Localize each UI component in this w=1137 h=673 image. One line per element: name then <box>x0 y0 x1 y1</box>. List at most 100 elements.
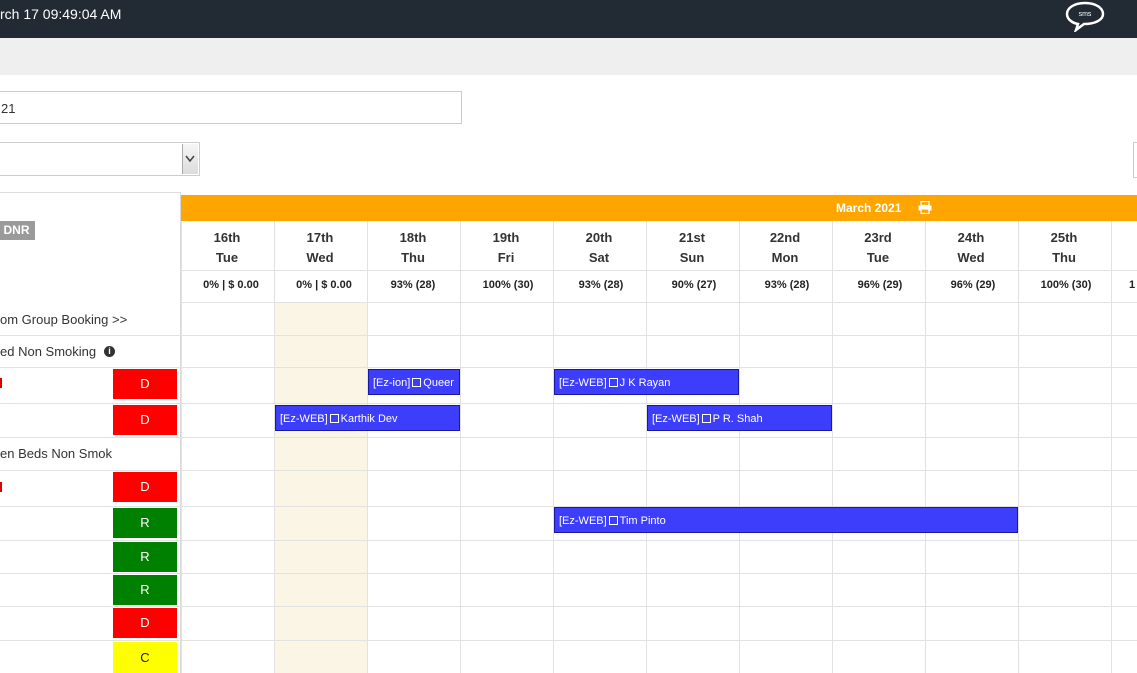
day-header[interactable]: 20th Sat <box>553 228 645 268</box>
booking-source: [Ez-ion] <box>373 377 411 389</box>
room-status-cell[interactable]: D <box>113 608 177 638</box>
room-status-cell[interactable]: R <box>113 508 177 538</box>
day-header[interactable]: 25th Thu <box>1018 228 1110 268</box>
dropdown-arrow[interactable] <box>182 144 198 174</box>
day-weekday: Thu <box>401 250 425 265</box>
occupancy-cell: 100% (30) <box>482 279 534 291</box>
day-weekday: Wed <box>306 250 334 265</box>
sms-chat-icon[interactable]: sms <box>1062 0 1108 32</box>
day-date: 20th <box>585 230 613 245</box>
date-field[interactable]: 21 <box>0 91 462 124</box>
day-date: 21st <box>678 230 706 245</box>
day-header[interactable]: 18th Thu <box>367 228 459 268</box>
room-status-cell[interactable]: R <box>113 542 177 572</box>
grid-row-line <box>0 335 1137 336</box>
room-status-cell[interactable]: D <box>113 405 177 435</box>
info-icon[interactable]: i <box>104 346 115 357</box>
day-header[interactable]: 24th Wed <box>925 228 1017 268</box>
booking-source: [Ez-WEB] <box>559 515 607 527</box>
day-weekday: Sun <box>679 250 705 265</box>
booking-bar[interactable]: [Ez-ion] Queer <box>368 369 460 395</box>
grid-row-line <box>0 403 1137 404</box>
day-date: 19th <box>492 230 520 245</box>
note-icon <box>701 414 711 423</box>
booking-guest: J K Rayan <box>619 377 671 389</box>
booking-bar[interactable]: [Ez-WEB] Karthik Dev <box>275 405 460 431</box>
today-column <box>275 303 367 673</box>
grid-row-line <box>0 437 1137 438</box>
day-date: 17th <box>306 230 334 245</box>
room-status-cell[interactable]: D <box>113 369 177 399</box>
day-header[interactable]: 17th Wed <box>274 228 366 268</box>
sms-label: sms <box>1079 11 1092 18</box>
day-weekday: Sat <box>588 250 610 265</box>
booking-source: [Ez-WEB] <box>280 413 328 425</box>
booking-source: [Ez-WEB] <box>559 377 607 389</box>
day-date: 25th <box>1050 230 1078 245</box>
occupancy-cell: 96% (29) <box>950 279 996 291</box>
month-label: March 2021 <box>836 201 902 215</box>
booking-bar[interactable]: [Ez-WEB] Tim Pinto <box>554 507 1018 533</box>
room-type-select[interactable] <box>0 142 200 176</box>
day-header[interactable]: 21st Sun <box>646 228 738 268</box>
room-status-cell[interactable]: D <box>113 472 177 502</box>
grid-row-line <box>0 640 1137 641</box>
day-header[interactable]: 22nd Mon <box>739 228 831 268</box>
booking-guest: P R. Shah <box>712 413 763 425</box>
occupancy-cell: 93% (28) <box>764 279 810 291</box>
grid-row-line <box>0 367 1137 368</box>
printer-icon[interactable] <box>918 201 932 214</box>
occupancy-cell: 93% (28) <box>390 279 436 291</box>
grid-row-line <box>0 470 1137 471</box>
grid-row-line <box>181 302 1137 303</box>
room-flag-marker <box>0 378 2 388</box>
room-type-label: ed Non Smoking <box>0 344 115 359</box>
day-weekday: Fri <box>497 250 515 265</box>
day-weekday: Tue <box>215 250 239 265</box>
day-date: 22nd <box>769 230 801 245</box>
occupancy-cell: 96% (29) <box>857 279 903 291</box>
month-bar <box>181 195 1137 221</box>
booking-source: [Ez-WEB] <box>652 413 700 425</box>
day-date: 18th <box>399 230 427 245</box>
dropdown-arrow-icon <box>185 155 195 163</box>
booking-guest: Queer <box>423 377 454 389</box>
booking-bar[interactable]: [Ez-WEB] J K Rayan <box>554 369 739 395</box>
dnr-badge: DNR <box>0 221 35 240</box>
top-bar: rch 17 09:49:04 AM sms <box>0 0 1137 38</box>
day-date: 16th <box>213 230 241 245</box>
occupancy-cell: 93% (28) <box>578 279 624 291</box>
grid-row-line <box>0 540 1137 541</box>
room-flag-marker <box>0 482 2 492</box>
note-icon <box>608 516 618 525</box>
group-booking-link[interactable]: om Group Booking >> <box>0 312 178 327</box>
booking-guest: Tim Pinto <box>619 515 666 527</box>
note-icon <box>608 378 618 387</box>
right-control[interactable] <box>1133 142 1137 178</box>
room-type-name: ed Non Smoking <box>0 344 97 359</box>
clock: rch 17 09:49:04 AM <box>0 6 122 22</box>
day-weekday: Mon <box>771 250 799 265</box>
day-weekday: Wed <box>957 250 985 265</box>
day-date: 24th <box>957 230 985 245</box>
booking-guest: Karthik Dev <box>340 413 398 425</box>
occupancy-cell: 0% | $ 0.00 <box>203 279 259 291</box>
booking-bar[interactable]: [Ez-WEB] P R. Shah <box>647 405 832 431</box>
day-header[interactable]: 23rd Tue <box>832 228 924 268</box>
grid-row-line <box>181 270 1137 271</box>
occupancy-cell: 90% (27) <box>671 279 717 291</box>
room-status-cell[interactable]: R <box>113 575 177 605</box>
room-status-cell[interactable]: C <box>113 642 177 673</box>
day-header[interactable]: 19th Fri <box>460 228 552 268</box>
occupancy-cell: 1 <box>1128 279 1136 291</box>
day-weekday: Tue <box>866 250 890 265</box>
note-icon <box>412 378 422 387</box>
occupancy-cell: 0% | $ 0.00 <box>296 279 352 291</box>
day-header[interactable]: 16th Tue <box>181 228 273 268</box>
note-icon <box>329 414 339 423</box>
grid-row-line <box>0 573 1137 574</box>
day-weekday: Thu <box>1052 250 1076 265</box>
day-date: 23rd <box>864 230 892 245</box>
toolbar-area <box>0 38 1137 75</box>
grid-row-line <box>0 606 1137 607</box>
